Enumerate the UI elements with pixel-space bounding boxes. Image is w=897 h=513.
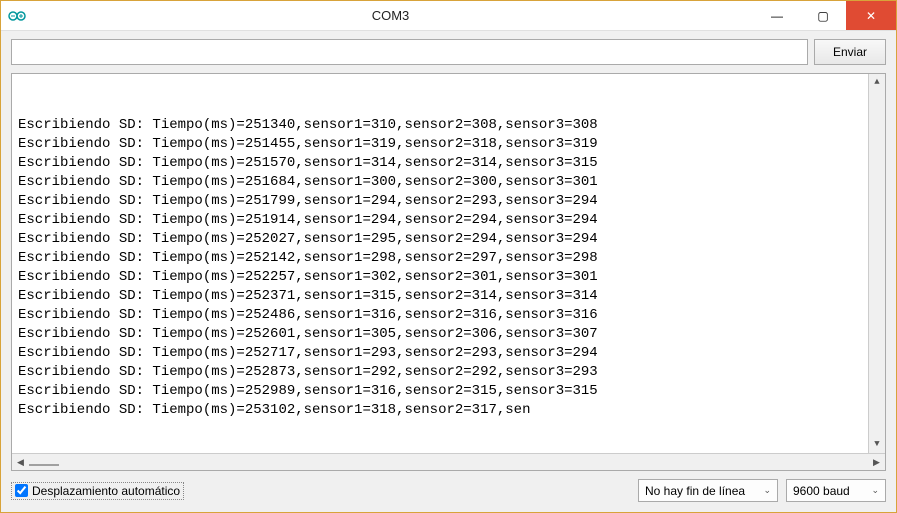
arduino-icon <box>7 6 27 26</box>
console-line: Escribiendo SD: Tiempo(ms)=251799,sensor… <box>18 192 879 211</box>
console-line: Escribiendo SD: Tiempo(ms)=252486,sensor… <box>18 306 879 325</box>
console-line: Escribiendo SD: Tiempo(ms)=251914,sensor… <box>18 211 879 230</box>
chevron-down-icon: ⌄ <box>871 485 879 496</box>
serial-input[interactable] <box>11 39 808 65</box>
console-line: Escribiendo SD: Tiempo(ms)=252257,sensor… <box>18 268 879 287</box>
line-ending-value: No hay fin de línea <box>645 484 745 498</box>
scroll-right-icon[interactable]: ▶ <box>868 454 885 471</box>
status-bar: Desplazamiento automático No hay fin de … <box>1 473 896 512</box>
console-line: Escribiendo SD: Tiempo(ms)=253102,sensor… <box>18 401 879 420</box>
window-controls: — ▢ ✕ <box>754 1 896 30</box>
console-line: Escribiendo SD: Tiempo(ms)=252027,sensor… <box>18 230 879 249</box>
console-line: Escribiendo SD: Tiempo(ms)=252873,sensor… <box>18 363 879 382</box>
autoscroll-checkbox[interactable] <box>15 484 28 497</box>
chevron-down-icon: ⌄ <box>763 485 771 496</box>
console-line: Escribiendo SD: Tiempo(ms)=251570,sensor… <box>18 154 879 173</box>
console-line: Escribiendo SD: Tiempo(ms)=251340,sensor… <box>18 116 879 135</box>
maximize-button[interactable]: ▢ <box>800 1 846 30</box>
minimize-button[interactable]: — <box>754 1 800 30</box>
console-line: Escribiendo SD: Tiempo(ms)=251684,sensor… <box>18 173 879 192</box>
console-line: Escribiendo SD: Tiempo(ms)=252142,sensor… <box>18 249 879 268</box>
autoscroll-checkbox-wrap[interactable]: Desplazamiento automático <box>11 482 184 500</box>
baud-rate-select[interactable]: 9600 baud ⌄ <box>786 479 886 502</box>
console-panel: Escribiendo SD: Tiempo(ms)=251340,sensor… <box>11 73 886 471</box>
console-line: Escribiendo SD: Tiempo(ms)=252371,sensor… <box>18 287 879 306</box>
scroll-up-icon[interactable]: ▲ <box>869 74 886 91</box>
scroll-left-icon[interactable]: ◀ <box>12 454 29 471</box>
baud-rate-value: 9600 baud <box>793 484 850 498</box>
window-title: COM3 <box>27 8 754 23</box>
horizontal-scrollbar[interactable]: ◀ ▶ <box>12 453 885 470</box>
send-toolbar: Enviar <box>1 31 896 73</box>
titlebar: COM3 — ▢ ✕ <box>1 1 896 31</box>
hscroll-thumb[interactable] <box>29 464 59 466</box>
scroll-down-icon[interactable]: ▼ <box>869 436 886 453</box>
console-line: Escribiendo SD: Tiempo(ms)=252601,sensor… <box>18 325 879 344</box>
line-ending-select[interactable]: No hay fin de línea ⌄ <box>638 479 778 502</box>
close-button[interactable]: ✕ <box>846 1 896 30</box>
console-line: Escribiendo SD: Tiempo(ms)=252989,sensor… <box>18 382 879 401</box>
vertical-scrollbar[interactable]: ▲ ▼ <box>868 74 885 453</box>
console-line: Escribiendo SD: Tiempo(ms)=252717,sensor… <box>18 344 879 363</box>
autoscroll-label: Desplazamiento automático <box>32 484 180 498</box>
send-button[interactable]: Enviar <box>814 39 886 65</box>
console-line: Escribiendo SD: Tiempo(ms)=251455,sensor… <box>18 135 879 154</box>
console-output[interactable]: Escribiendo SD: Tiempo(ms)=251340,sensor… <box>12 74 885 453</box>
serial-monitor-window: COM3 — ▢ ✕ Enviar Escribiendo SD: Tiempo… <box>0 0 897 513</box>
